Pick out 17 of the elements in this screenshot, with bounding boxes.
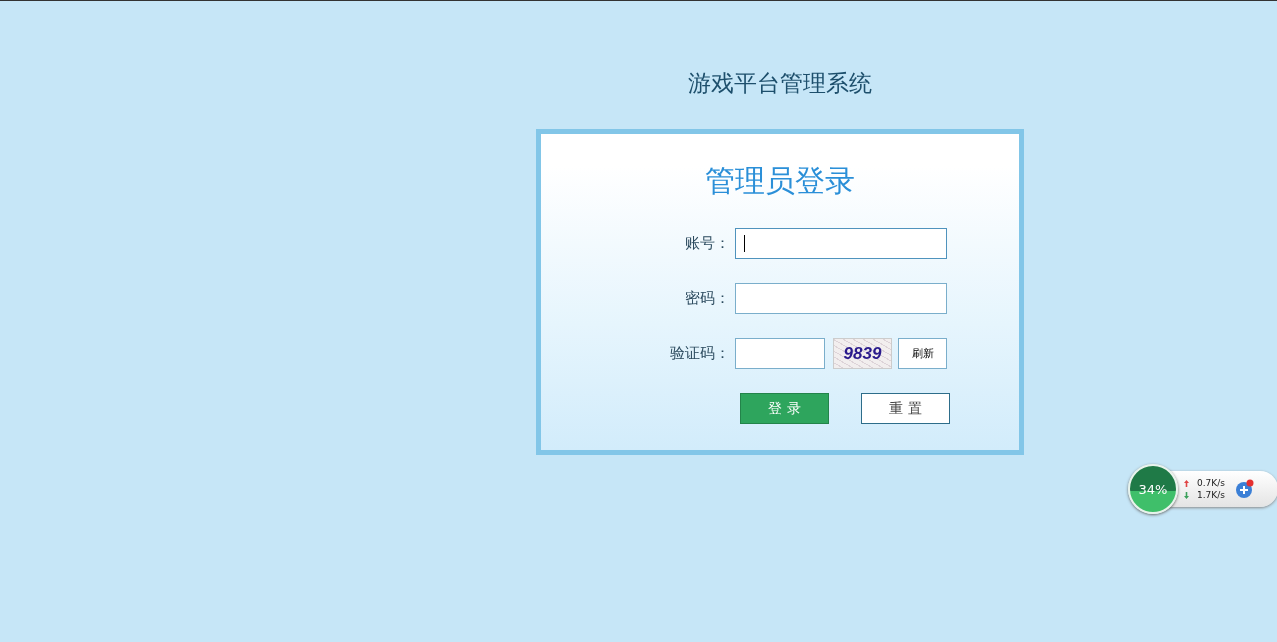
arrow-up-icon xyxy=(1184,479,1189,487)
card-title: 管理员登录 xyxy=(705,162,855,200)
arrow-down-icon xyxy=(1184,491,1189,499)
page-title: 游戏平台管理系统 xyxy=(687,69,873,98)
usage-ball[interactable]: 34% xyxy=(1128,464,1178,514)
upload-speed: 0.7K/s xyxy=(1197,478,1225,488)
captcha-image: 9839 xyxy=(833,338,892,369)
plus-icon[interactable] xyxy=(1234,479,1255,499)
account-field[interactable] xyxy=(735,228,947,259)
field-label: 密码： xyxy=(684,289,731,308)
field-label: 验证码： xyxy=(669,344,731,363)
password-field[interactable] xyxy=(735,283,947,314)
field-label: 账号： xyxy=(684,234,731,253)
captcha-field[interactable] xyxy=(735,338,825,369)
download-speed: 1.7K/s xyxy=(1197,490,1225,500)
reset-button[interactable]: 重 置 xyxy=(861,393,950,424)
refresh-button[interactable]: 刷新 xyxy=(898,338,947,369)
